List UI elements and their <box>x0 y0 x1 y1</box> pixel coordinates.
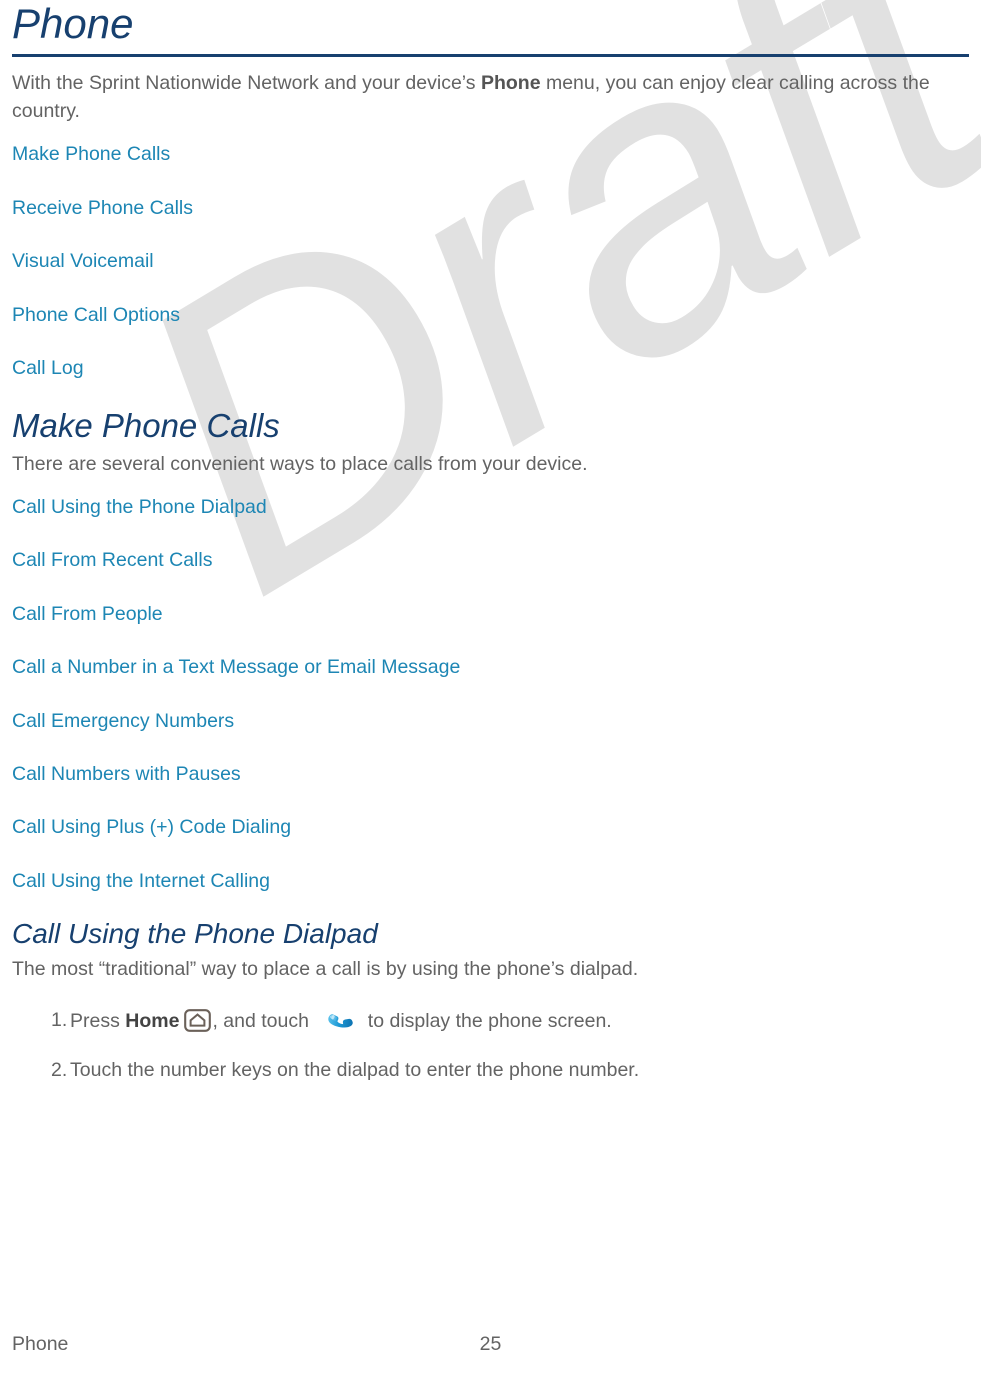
toc-link-call-from-people[interactable]: Call From People <box>12 603 969 626</box>
section-description-make-phone-calls: There are several convenient ways to pla… <box>12 452 588 475</box>
main-toc-list: Make Phone Calls Receive Phone Calls Vis… <box>12 143 969 380</box>
toc-link-receive-phone-calls[interactable]: Receive Phone Calls <box>12 197 969 220</box>
section-description-call-using-the-phone-dialpad: The most “traditional” way to place a ca… <box>12 957 639 980</box>
page-footer: Phone 25 <box>0 1333 981 1363</box>
intro-bold-phone: Phone <box>480 72 541 95</box>
phone-handset-icon <box>326 1007 356 1033</box>
section-heading-call-using-the-phone-dialpad: Call Using the Phone Dialpad <box>12 918 378 950</box>
toc-link-call-emergency-numbers[interactable]: Call Emergency Numbers <box>12 710 969 733</box>
toc-link-phone-call-options[interactable]: Phone Call Options <box>12 304 969 327</box>
step1-text-mid: , and touch <box>212 1010 315 1033</box>
step1-text-before: Press <box>70 1010 126 1033</box>
list-item: Call Using the Internet Calling <box>12 870 969 893</box>
toc-link-make-phone-calls[interactable]: Make Phone Calls <box>12 143 969 166</box>
section-heading-make-phone-calls: Make Phone Calls <box>12 407 280 445</box>
step-number-1: 1. <box>51 1009 68 1032</box>
step-number-2: 2. <box>51 1058 68 1081</box>
list-item: Phone Call Options <box>12 304 969 327</box>
list-item: Call Using Plus (+) Code Dialing <box>12 816 969 839</box>
intro-text-part1: With the Sprint Nationwide Network and y… <box>12 72 481 95</box>
intro-paragraph: With the Sprint Nationwide Network and y… <box>12 70 969 125</box>
list-item: Call Using the Phone Dialpad <box>12 496 969 519</box>
step1-bold-home: Home <box>125 1010 180 1033</box>
list-item: Visual Voicemail <box>12 250 969 273</box>
list-item: Call From People <box>12 603 969 626</box>
toc-link-call-using-plus-code-dialing[interactable]: Call Using Plus (+) Code Dialing <box>12 816 969 839</box>
list-item: 2. Touch the number keys on the dialpad … <box>12 1057 969 1083</box>
dialpad-steps-list: 1. Press Home , and touch to display the … <box>12 1007 969 1083</box>
list-item: 1. Press Home , and touch to display the … <box>12 1007 969 1034</box>
make-calls-toc-list: Call Using the Phone Dialpad Call From R… <box>12 496 969 893</box>
step1-text-after: to display the phone screen. <box>362 1010 612 1033</box>
list-item: Make Phone Calls <box>12 143 969 166</box>
list-item: Call From Recent Calls <box>12 549 969 572</box>
list-item: Receive Phone Calls <box>12 197 969 220</box>
toc-link-call-a-number-in-a-text-message-or-email-message[interactable]: Call a Number in a Text Message or Email… <box>12 656 969 679</box>
home-icon <box>184 1009 212 1033</box>
toc-link-visual-voicemail[interactable]: Visual Voicemail <box>12 250 969 273</box>
list-item: Call Log <box>12 357 969 380</box>
toc-link-call-log[interactable]: Call Log <box>12 357 969 380</box>
page-title: Phone <box>12 0 134 47</box>
step-body-1: Press Home , and touch to display the pho… <box>70 1007 969 1034</box>
toc-link-call-using-the-internet-calling[interactable]: Call Using the Internet Calling <box>12 870 969 893</box>
list-item: Call Numbers with Pauses <box>12 763 969 786</box>
toc-link-call-from-recent-calls[interactable]: Call From Recent Calls <box>12 549 969 572</box>
list-item: Call a Number in a Text Message or Email… <box>12 656 969 679</box>
toc-link-call-using-the-phone-dialpad[interactable]: Call Using the Phone Dialpad <box>12 496 969 519</box>
footer-page-number: 25 <box>479 1333 502 1355</box>
toc-link-call-numbers-with-pauses[interactable]: Call Numbers with Pauses <box>12 763 969 786</box>
list-item: Call Emergency Numbers <box>12 710 969 733</box>
step-body-2: Touch the number keys on the dialpad to … <box>70 1058 640 1081</box>
document-page: Phone With the Sprint Nationwide Network… <box>0 0 981 1381</box>
title-divider <box>12 54 969 58</box>
